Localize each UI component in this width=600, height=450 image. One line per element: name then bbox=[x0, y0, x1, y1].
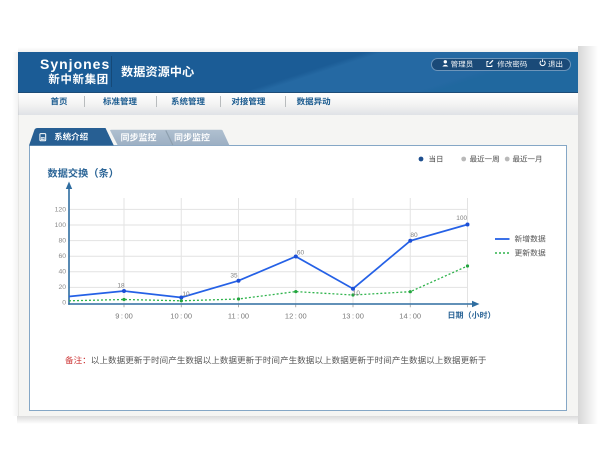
svg-text:100: 100 bbox=[55, 222, 67, 229]
svg-text:80: 80 bbox=[58, 237, 66, 244]
svg-text:14 : 00: 14 : 00 bbox=[399, 312, 421, 321]
svg-text:10 : 00: 10 : 00 bbox=[170, 312, 192, 321]
svg-text:100: 100 bbox=[456, 215, 467, 222]
svg-text:9 : 00: 9 : 00 bbox=[115, 312, 133, 321]
svg-text:60: 60 bbox=[58, 253, 66, 260]
svg-text:18: 18 bbox=[117, 282, 125, 289]
svg-text:11 : 00: 11 : 00 bbox=[228, 312, 249, 321]
svg-text:120: 120 bbox=[55, 206, 67, 213]
svg-text:13 : 00: 13 : 00 bbox=[342, 312, 364, 321]
svg-text:10: 10 bbox=[182, 291, 190, 298]
svg-text:35: 35 bbox=[230, 273, 238, 280]
svg-text:12 : 00: 12 : 00 bbox=[285, 312, 307, 321]
svg-text:40: 40 bbox=[58, 269, 66, 276]
svg-text:0: 0 bbox=[62, 300, 66, 307]
svg-text:10: 10 bbox=[353, 290, 361, 297]
svg-text:20: 20 bbox=[58, 284, 66, 291]
svg-text:60: 60 bbox=[297, 250, 305, 257]
svg-text:80: 80 bbox=[410, 232, 418, 239]
